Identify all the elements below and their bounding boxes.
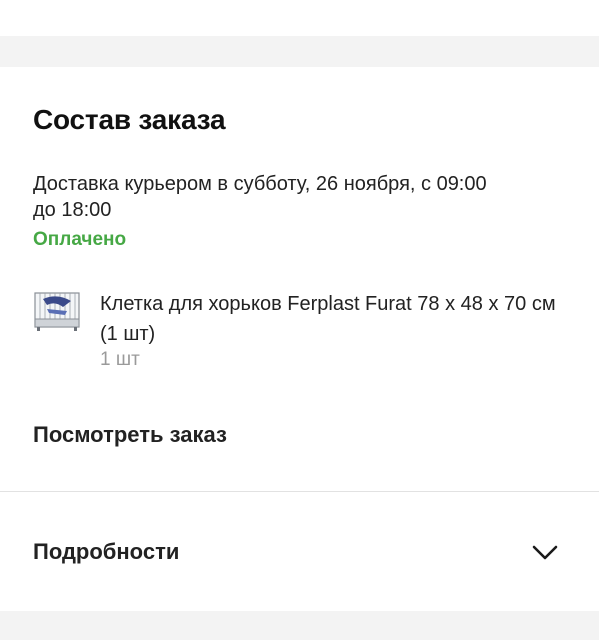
payment-status: Оплачено xyxy=(33,229,127,250)
order-item[interactable]: Клетка для хорьков Ferplast Furat 78 x 4… xyxy=(33,289,573,379)
item-name[interactable]: Клетка для хорьков Ferplast Furat 78 x 4… xyxy=(100,289,570,349)
section-separator xyxy=(0,36,599,67)
details-toggle[interactable]: Подробности xyxy=(0,492,599,611)
order-card: Состав заказа Доставка курьером в суббот… xyxy=(0,67,599,611)
section-separator-bottom xyxy=(0,611,599,640)
cage-thumbnail-icon xyxy=(33,289,81,333)
details-label: Подробности xyxy=(33,539,180,564)
item-quantity: 1 шт xyxy=(100,349,140,370)
view-order-link[interactable]: Посмотреть заказ xyxy=(33,422,227,448)
order-title: Состав заказа xyxy=(33,104,226,135)
chevron-down-icon[interactable] xyxy=(531,541,559,563)
top-area xyxy=(0,0,599,36)
delivery-info: Доставка курьером в субботу, 26 ноября, … xyxy=(33,173,487,221)
